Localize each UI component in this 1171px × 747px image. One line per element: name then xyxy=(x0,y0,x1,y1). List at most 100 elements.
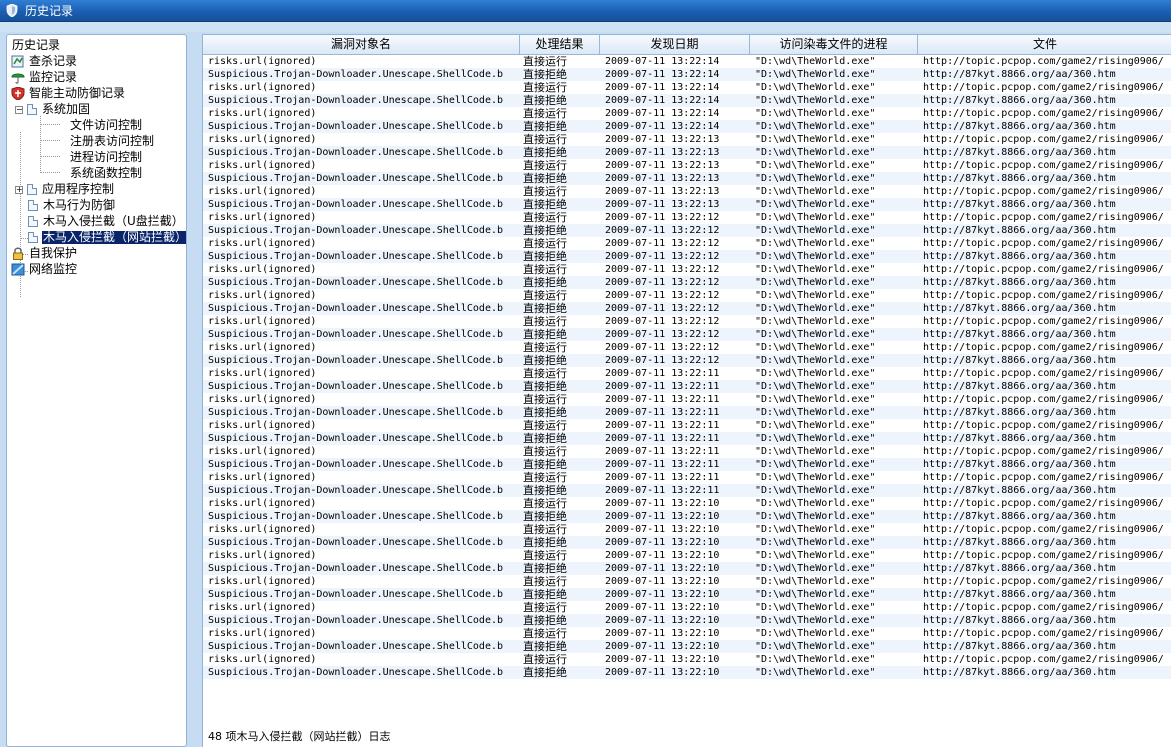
cell-object: risks.url(ignored) xyxy=(208,160,317,171)
cell-process: "D:\wd\TheWorld.exe" xyxy=(755,134,876,145)
column-header-result[interactable]: 处理结果 xyxy=(520,35,600,54)
cell-object: risks.url(ignored) xyxy=(208,134,317,145)
tree-root-history[interactable]: 历史记录 xyxy=(11,39,61,52)
tree-item-smart-defense[interactable]: 智能主动防御记录 xyxy=(11,86,126,101)
table-row[interactable]: risks.url(ignored) 直接运行 2009-07-11 13:22:1… xyxy=(203,549,1171,562)
table-row[interactable]: Suspicious.Trojan-Downloader.Unescape.Sh… xyxy=(203,458,1171,471)
log-rows: risks.url(ignored) 直接运行 2009-07-11 13:22:1… xyxy=(203,55,1171,679)
table-row[interactable]: Suspicious.Trojan-Downloader.Unescape.Sh… xyxy=(203,276,1171,289)
table-row[interactable]: Suspicious.Trojan-Downloader.Unescape.Sh… xyxy=(203,536,1171,549)
log-list[interactable]: 漏洞对象名 处理结果 发现日期 访问染毒文件的进程 文件 risks.url(i… xyxy=(202,34,1171,747)
table-row[interactable]: Suspicious.Trojan-Downloader.Unescape.Sh… xyxy=(203,640,1171,653)
table-row[interactable]: risks.url(ignored) 直接运行 2009-07-11 13:22:1… xyxy=(203,627,1171,640)
cell-result: 直接拒绝 xyxy=(523,328,567,341)
cell-date: 2009-07-11 13:22:14 xyxy=(605,82,720,93)
table-row[interactable]: Suspicious.Trojan-Downloader.Unescape.Sh… xyxy=(203,614,1171,627)
tree-item-system-hardening[interactable]: − 系统加固 xyxy=(15,103,91,116)
tree-item-registry-access[interactable]: 注册表访问控制 xyxy=(69,135,155,148)
column-header-process[interactable]: 访问染毒文件的进程 xyxy=(750,35,918,54)
cell-object: Suspicious.Trojan-Downloader.Unescape.Sh… xyxy=(208,251,504,262)
table-row[interactable]: Suspicious.Trojan-Downloader.Unescape.Sh… xyxy=(203,120,1171,133)
table-row[interactable]: risks.url(ignored) 直接运行 2009-07-11 13:22:1… xyxy=(203,315,1171,328)
table-row[interactable]: risks.url(ignored) 直接运行 2009-07-11 13:22:1… xyxy=(203,523,1171,536)
table-row[interactable]: Suspicious.Trojan-Downloader.Unescape.Sh… xyxy=(203,302,1171,315)
table-row[interactable]: risks.url(ignored) 直接运行 2009-07-11 13:22:1… xyxy=(203,367,1171,380)
table-row[interactable]: Suspicious.Trojan-Downloader.Unescape.Sh… xyxy=(203,510,1171,523)
table-row[interactable]: Suspicious.Trojan-Downloader.Unescape.Sh… xyxy=(203,198,1171,211)
cell-file: http://87kyt.8866.org/aa/360.htm xyxy=(923,433,1116,444)
cell-file: http://topic.pcpop.com/game2/rising0906/ xyxy=(923,498,1164,509)
table-row[interactable]: risks.url(ignored) 直接运行 2009-07-11 13:22:1… xyxy=(203,237,1171,250)
table-row[interactable]: Suspicious.Trojan-Downloader.Unescape.Sh… xyxy=(203,588,1171,601)
cell-result: 直接运行 xyxy=(523,55,567,68)
cell-object: Suspicious.Trojan-Downloader.Unescape.Sh… xyxy=(208,537,504,548)
table-row[interactable]: Suspicious.Trojan-Downloader.Unescape.Sh… xyxy=(203,146,1171,159)
table-row[interactable]: risks.url(ignored) 直接运行 2009-07-11 13:22:1… xyxy=(203,419,1171,432)
cell-result: 直接运行 xyxy=(523,523,567,536)
table-row[interactable]: risks.url(ignored) 直接运行 2009-07-11 13:22:1… xyxy=(203,601,1171,614)
status-bar: 48 项木马入侵拦截（网站拦截）日志 xyxy=(203,725,1171,747)
table-row[interactable]: Suspicious.Trojan-Downloader.Unescape.Sh… xyxy=(203,354,1171,367)
tree-item-net-monitor[interactable]: 网络监控 xyxy=(11,263,78,276)
column-header-file[interactable]: 文件 xyxy=(918,35,1171,54)
table-row[interactable]: risks.url(ignored) 直接运行 2009-07-11 13:22:1… xyxy=(203,107,1171,120)
table-row[interactable]: Suspicious.Trojan-Downloader.Unescape.Sh… xyxy=(203,250,1171,263)
table-row[interactable]: risks.url(ignored) 直接运行 2009-07-11 13:22:1… xyxy=(203,653,1171,666)
table-row[interactable]: Suspicious.Trojan-Downloader.Unescape.Sh… xyxy=(203,172,1171,185)
table-row[interactable]: Suspicious.Trojan-Downloader.Unescape.Sh… xyxy=(203,562,1171,575)
table-row[interactable]: Suspicious.Trojan-Downloader.Unescape.Sh… xyxy=(203,406,1171,419)
table-row[interactable]: risks.url(ignored) 直接运行 2009-07-11 13:22:1… xyxy=(203,133,1171,146)
cell-result: 直接拒绝 xyxy=(523,510,567,523)
table-row[interactable]: Suspicious.Trojan-Downloader.Unescape.Sh… xyxy=(203,380,1171,393)
tree-item-file-access[interactable]: 文件访问控制 xyxy=(69,119,143,132)
tree-item-trojan-usb[interactable]: 木马入侵拦截（U盘拦截） xyxy=(27,215,185,228)
cell-result: 直接拒绝 xyxy=(523,172,567,185)
cell-date: 2009-07-11 13:22:12 xyxy=(605,342,720,353)
table-row[interactable]: risks.url(ignored) 直接运行 2009-07-11 13:22:1… xyxy=(203,471,1171,484)
tree-item-self-protect[interactable]: 自我保护 xyxy=(11,247,78,260)
cell-process: "D:\wd\TheWorld.exe" xyxy=(755,446,876,457)
table-row[interactable]: Suspicious.Trojan-Downloader.Unescape.Sh… xyxy=(203,224,1171,237)
column-header-object[interactable]: 漏洞对象名 xyxy=(203,35,520,54)
expand-toggle-icon[interactable]: + xyxy=(15,185,23,194)
history-tree[interactable]: 历史记录 查杀记录 监控记录 智能主动防御记录 − 系统加固 文件访问控制 注册… xyxy=(6,34,187,747)
table-row[interactable]: risks.url(ignored) 直接运行 2009-07-11 13:22:1… xyxy=(203,289,1171,302)
tree-item-app-control[interactable]: + 应用程序控制 xyxy=(15,183,115,196)
table-row[interactable]: Suspicious.Trojan-Downloader.Unescape.Sh… xyxy=(203,328,1171,341)
cell-file: http://87kyt.8866.org/aa/360.htm xyxy=(923,199,1116,210)
cell-result: 直接运行 xyxy=(523,211,567,224)
cell-result: 直接拒绝 xyxy=(523,588,567,601)
column-header-date[interactable]: 发现日期 xyxy=(600,35,750,54)
table-row[interactable]: risks.url(ignored) 直接运行 2009-07-11 13:22:1… xyxy=(203,445,1171,458)
table-row[interactable]: Suspicious.Trojan-Downloader.Unescape.Sh… xyxy=(203,94,1171,107)
cell-process: "D:\wd\TheWorld.exe" xyxy=(755,589,876,600)
table-row[interactable]: risks.url(ignored) 直接运行 2009-07-11 13:22:1… xyxy=(203,393,1171,406)
table-row[interactable]: risks.url(ignored) 直接运行 2009-07-11 13:22:1… xyxy=(203,263,1171,276)
tree-item-scan-log[interactable]: 查杀记录 xyxy=(11,55,78,68)
cell-process: "D:\wd\TheWorld.exe" xyxy=(755,147,876,158)
tree-item-trojan-behavior[interactable]: 木马行为防御 xyxy=(27,199,116,212)
cell-result: 直接运行 xyxy=(523,263,567,276)
cell-file: http://87kyt.8866.org/aa/360.htm xyxy=(923,277,1116,288)
table-row[interactable]: Suspicious.Trojan-Downloader.Unescape.Sh… xyxy=(203,666,1171,679)
cell-object: Suspicious.Trojan-Downloader.Unescape.Sh… xyxy=(208,95,504,106)
table-row[interactable]: risks.url(ignored) 直接运行 2009-07-11 13:22:1… xyxy=(203,81,1171,94)
table-row[interactable]: Suspicious.Trojan-Downloader.Unescape.Sh… xyxy=(203,484,1171,497)
collapse-toggle-icon[interactable]: − xyxy=(15,105,23,114)
table-row[interactable]: risks.url(ignored) 直接运行 2009-07-11 13:22:1… xyxy=(203,497,1171,510)
cell-file: http://87kyt.8866.org/aa/360.htm xyxy=(923,563,1116,574)
table-row[interactable]: risks.url(ignored) 直接运行 2009-07-11 13:22:1… xyxy=(203,185,1171,198)
tree-item-monitor-log[interactable]: 监控记录 xyxy=(11,71,78,84)
tree-item-system-function[interactable]: 系统函数控制 xyxy=(69,167,143,180)
table-row[interactable]: risks.url(ignored) 直接运行 2009-07-11 13:22:1… xyxy=(203,211,1171,224)
table-row[interactable]: Suspicious.Trojan-Downloader.Unescape.Sh… xyxy=(203,68,1171,81)
cell-object: risks.url(ignored) xyxy=(208,524,317,535)
table-row[interactable]: Suspicious.Trojan-Downloader.Unescape.Sh… xyxy=(203,432,1171,445)
tree-item-trojan-web[interactable]: 木马入侵拦截（网站拦截） xyxy=(27,230,186,245)
table-row[interactable]: risks.url(ignored) 直接运行 2009-07-11 13:22:1… xyxy=(203,575,1171,588)
tree-item-process-access[interactable]: 进程访问控制 xyxy=(69,151,143,164)
scan-log-icon xyxy=(11,55,25,68)
table-row[interactable]: risks.url(ignored) 直接运行 2009-07-11 13:22:1… xyxy=(203,341,1171,354)
table-row[interactable]: risks.url(ignored) 直接运行 2009-07-11 13:22:1… xyxy=(203,159,1171,172)
table-row[interactable]: risks.url(ignored) 直接运行 2009-07-11 13:22:1… xyxy=(203,55,1171,68)
